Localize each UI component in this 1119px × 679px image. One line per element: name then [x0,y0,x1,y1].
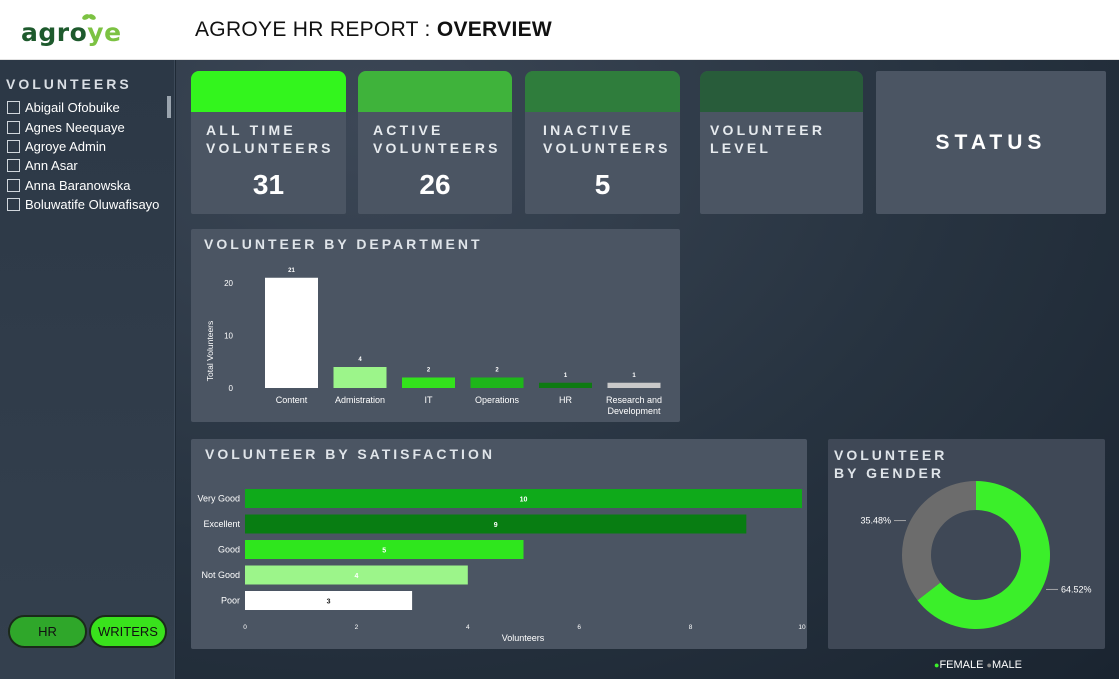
volunteer-name: Anna Baranowska [25,177,131,193]
kpi-header-bar [191,71,346,112]
volunteer-name: Agroye Admin [25,138,106,154]
volunteer-list: Abigail Ofobuike Agnes Neequaye Agroye A… [7,98,167,214]
data-label: 3 [327,599,331,606]
checkbox[interactable] [7,120,20,134]
data-label: 4 [358,357,362,363]
volunteer-slicer: VOLUNTEERS Abigail Ofobuike Agnes Neequa… [0,60,175,679]
kpi-label: ALL TIME VOLUNTEERS [206,122,334,156]
volunteer-item[interactable]: Ann Asar [7,156,167,175]
department-chart-panel: VOLUNTEER BY DEPARTMENT Total Volunteers… [191,229,680,422]
kpi-active-volunteers: ACTIVE VOLUNTEERS 26 [358,71,512,214]
data-label: 2 [495,368,499,374]
data-label: 2 [427,368,431,374]
y-tick-label: Very Good [197,494,240,504]
volunteer-name: Boluwatife Oluwafisayo [25,197,160,213]
kpi-value: 5 [594,169,611,200]
x-tick-label: 4 [466,624,470,631]
x-tick-label: 8 [689,624,693,631]
page-title: AGROYE HR REPORT : OVERVIEW [195,18,553,41]
gender-chart-panel: VOLUNTEER BY GENDER 64.52% 35.48% [828,439,1105,649]
scrollbar[interactable] [167,96,171,118]
x-tick-label: Development [607,406,661,416]
bar-operations [470,377,524,388]
gender-legend: ●FEMALE ●MALE [934,659,1022,671]
leaf-icon [82,14,96,20]
x-tick-label: Research and [606,395,662,405]
bar-content [265,277,318,388]
department-bar-chart: Total Volunteers0102021Content4Admistrat… [205,268,662,416]
data-label: 35.48% [860,516,891,526]
x-tick-label: 10 [798,624,806,631]
data-label: 4 [354,573,358,580]
y-axis-title: Total Volunteers [205,321,215,381]
volunteer-name: Agnes Neequaye [25,119,125,135]
kpi-label: INACTIVE VOLUNTEERS [543,122,671,156]
kpi-value: 26 [419,169,451,200]
x-tick-label: IT [425,395,434,405]
bar-hr [539,382,592,388]
volunteer-item[interactable]: Agnes Neequaye [7,117,167,136]
volunteer-item[interactable]: Abigail Ofobuike [7,98,167,117]
y-tick-label: 20 [224,279,233,288]
data-label: 1 [632,373,636,379]
volunteer-name: Abigail Ofobuike [25,100,120,116]
y-tick-label: 0 [229,384,234,393]
y-tick-label: Good [218,545,240,555]
kpi-value: 31 [252,169,285,200]
kpi-header-bar [700,71,863,112]
data-label: 1 [564,373,568,379]
volunteer-item[interactable]: Agroye Admin [7,137,167,156]
satisfaction-bar-chart: Very Good 10 Excellent 9 Good 5 Not Good 4 Poor 3… [197,489,806,643]
kpi-label: VOLUNTEER LEVEL [710,122,826,156]
x-tick-label: Admistration [335,395,385,405]
volunteer-item[interactable]: Anna Baranowska [7,176,167,195]
data-label: 9 [494,522,498,529]
slicer-title: VOLUNTEERS [6,76,132,92]
hr-button[interactable]: HR [8,615,87,648]
status-label: STATUS [935,131,1047,154]
checkbox[interactable] [7,198,20,212]
checkbox[interactable] [7,101,20,115]
kpi-inactive-volunteers: INACTIVE VOLUNTEERS 5 [525,71,680,214]
gender-donut-chart: 64.52% 35.48% [860,481,1092,629]
checkbox[interactable] [7,178,20,192]
writers-button[interactable]: WRITERS [89,615,167,648]
y-tick-label: 10 [224,332,233,341]
x-tick-label: HR [559,395,572,405]
y-tick-label: Excellent [203,519,240,529]
female-legend-label: FEMALE [939,659,984,671]
bar-research-and-development [607,382,661,388]
data-label: 21 [288,268,295,274]
x-axis-title: Volunteers [502,633,545,643]
bar-it [402,377,455,388]
header-bar: agroye AGROYE HR REPORT : OVERVIEW [0,0,1119,60]
x-tick-label: Content [276,395,308,405]
data-label: 5 [382,548,386,555]
kpi-header-bar [525,71,680,112]
status-card: STATUS [876,71,1106,214]
kpi-all-time-volunteers: ALL TIME VOLUNTEERS 31 [191,71,346,214]
volunteer-name: Ann Asar [25,158,78,174]
volunteer-item[interactable]: Boluwatife Oluwafisayo [7,195,167,214]
satisfaction-chart-panel: VOLUNTEER BY SATISFACTION Very Good 10 Exc… [191,439,807,649]
x-tick-label: Operations [475,395,520,405]
x-tick-label: 0 [243,624,247,631]
kpi-header-bar [358,71,512,112]
y-tick-label: Poor [221,596,240,606]
bar-admistration [333,367,387,388]
agroye-logo: agroye [21,18,122,47]
checkbox[interactable] [7,139,20,153]
checkbox[interactable] [7,159,20,173]
x-tick-label: 6 [577,624,581,631]
y-tick-label: Not Good [201,570,240,580]
data-label: 10 [520,497,528,504]
data-label: 64.52% [1061,584,1092,594]
male-legend-label: MALE [991,659,1022,671]
kpi-label: ACTIVE VOLUNTEERS [373,122,501,156]
x-tick-label: 2 [355,624,359,631]
kpi-volunteer-level: VOLUNTEER LEVEL [700,71,863,214]
slice-male [902,481,976,601]
